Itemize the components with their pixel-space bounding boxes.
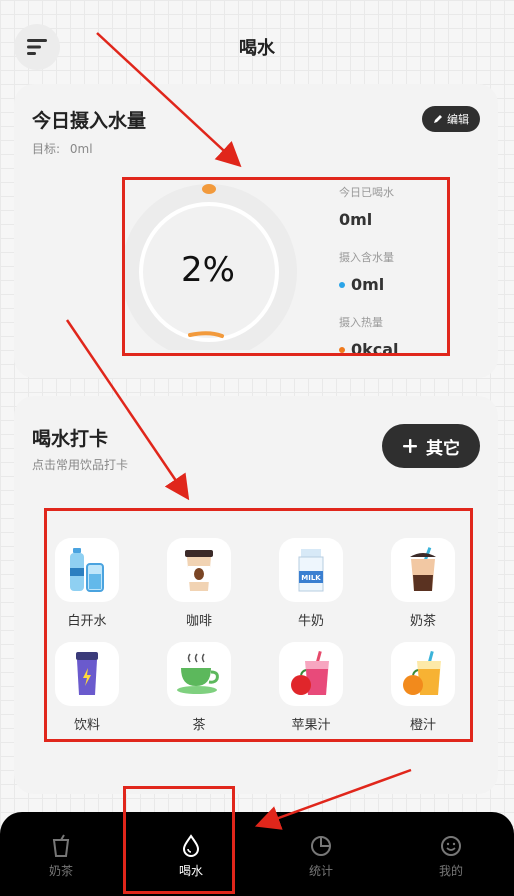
tab-statistics[interactable]: 统计 <box>276 812 366 896</box>
tab-label: 统计 <box>308 864 333 878</box>
target-row: 目标: 0ml <box>32 140 93 157</box>
milk-tea-cup-icon <box>52 834 70 857</box>
tab-profile[interactable]: 我的 <box>406 812 496 896</box>
tab-label: 我的 <box>438 864 463 878</box>
other-drink-button[interactable]: 其它 <box>382 424 480 468</box>
bottom-tab-bar: 奶茶 喝水 统计 我的 <box>0 812 514 896</box>
smiley-face-icon <box>441 836 461 856</box>
header: 喝水 <box>0 0 514 92</box>
edit-button[interactable]: 编辑 <box>422 106 480 132</box>
target-value: 0ml <box>69 142 93 156</box>
tab-milk-tea[interactable]: 奶茶 <box>16 812 106 896</box>
annotation-box-drinks <box>44 508 473 742</box>
other-button-label: 其它 <box>426 438 460 459</box>
edit-button-label: 编辑 <box>447 113 469 126</box>
page-title: 喝水 <box>239 38 275 59</box>
annotation-box-tab <box>123 786 235 894</box>
pie-chart-icon <box>311 836 331 856</box>
checkin-title: 喝水打卡 <box>32 428 109 450</box>
plus-icon <box>403 439 417 453</box>
intake-title: 今日摄入水量 <box>32 110 147 132</box>
tab-label: 奶茶 <box>48 864 73 878</box>
checkin-subtitle: 点击常用饮品打卡 <box>32 458 129 472</box>
target-label: 目标: <box>32 142 61 156</box>
annotation-box-intake <box>122 177 450 356</box>
pencil-icon <box>434 115 442 123</box>
